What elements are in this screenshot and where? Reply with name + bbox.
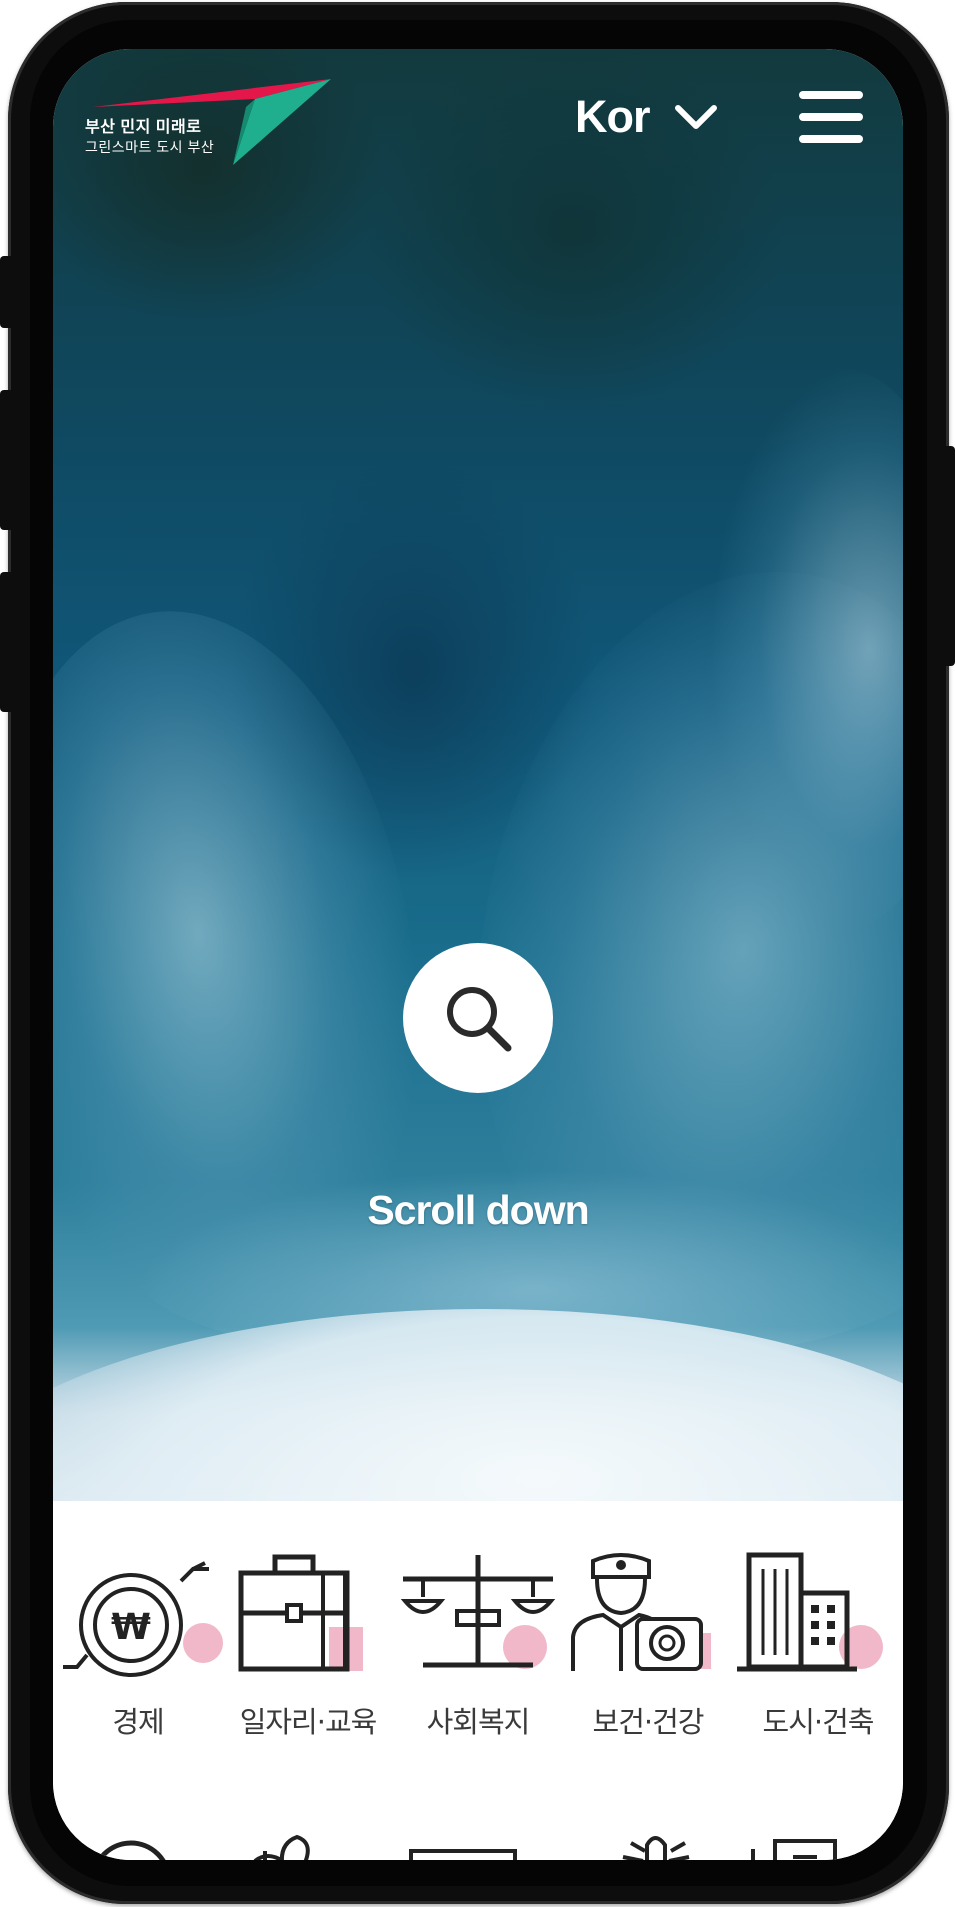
svg-text:₩: ₩ [111,1607,151,1648]
scroll-down-label[interactable]: Scroll down [53,1187,903,1234]
category-health[interactable]: 보건·건강 [563,1551,733,1751]
menu-bar-bottom [799,135,863,143]
category-jobs-education[interactable]: 일자리·교육 [223,1551,393,1751]
briefcase-icon [238,1554,363,1672]
row2-icon-2 [253,1834,310,1860]
phone-side-button-volume-up [0,390,14,530]
phone-side-button-silent [0,256,14,328]
phone-side-button-volume-down [0,572,14,712]
row2-icon-4 [622,1836,690,1860]
category-label: 도시·건축 [762,1705,875,1739]
category-grid: ₩ 경제 일자리·교육 사회복지 보건·건강 도시·건축 [53,1501,903,1860]
search-button[interactable] [403,943,553,1093]
category-label: 일자리·교육 [239,1705,378,1739]
economy-won-icon: ₩ [63,1561,223,1677]
busan-logo[interactable]: 부산 민지 미래로 그린스마트 도시 부산 [83,67,333,167]
category-urban-architecture[interactable]: 도시·건축 [733,1551,903,1751]
chevron-down-icon [674,105,717,129]
health-officer-icon [571,1553,711,1671]
scales-icon [400,1555,556,1669]
category-economy[interactable]: ₩ 경제 [53,1551,223,1751]
phone-screen: 부산 민지 미래로 그린스마트 도시 부산 Kor Scroll down ₩ … [53,49,903,1860]
row2-icon-5 [751,1839,837,1860]
buildings-icon [737,1552,883,1672]
logo-text-line2: 그린스마트 도시 부산 [85,139,215,155]
category-label: 보건·건강 [592,1705,705,1739]
hamburger-menu-button[interactable] [797,85,865,149]
search-icon [447,987,512,1052]
category-label: 사회복지 [426,1705,531,1739]
menu-bar-middle [799,113,863,121]
category-social-welfare[interactable]: 사회복지 [393,1551,563,1751]
row2-icon-1 [96,1840,166,1860]
phone-side-button-power [941,446,955,666]
menu-bar-top [799,91,863,99]
category-label: 경제 [112,1705,164,1739]
hero-ocean-background: 부산 민지 미래로 그린스마트 도시 부산 Kor Scroll down [53,49,903,1501]
language-selector[interactable]: Kor [575,85,725,149]
row2-icon-3 [409,1849,517,1860]
row2-icons-partial [96,1834,837,1860]
language-label: Kor [575,91,650,142]
category-grid-row2-partial [53,1821,903,1860]
logo-text-line1: 부산 민지 미래로 [85,119,202,136]
